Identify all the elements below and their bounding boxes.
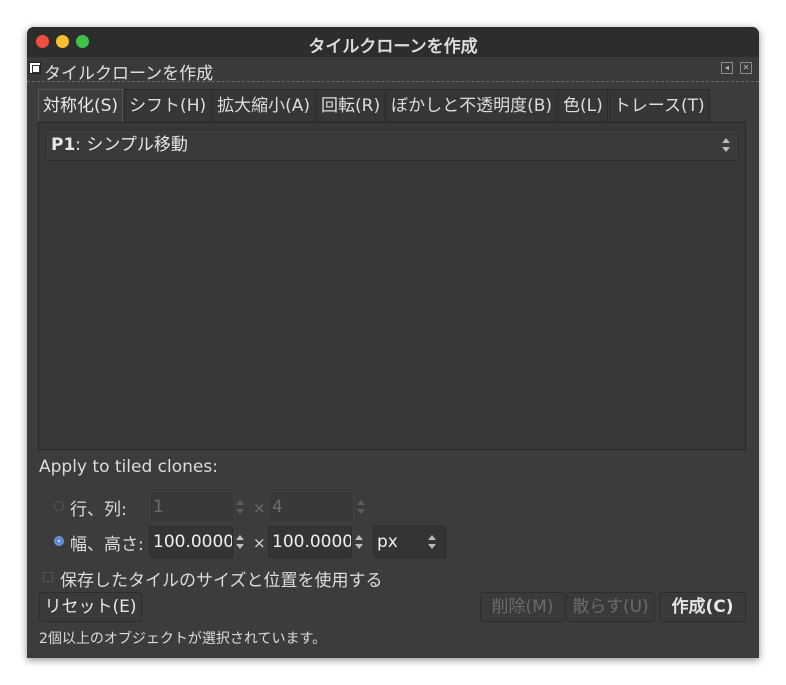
symmetry-panel: P1: シンプル移動 xyxy=(38,122,746,450)
unit-select-arrows-icon xyxy=(428,535,436,549)
height-input[interactable]: 100.0000 xyxy=(268,526,352,558)
keep-bbox-checkbox[interactable] xyxy=(43,572,53,582)
tab-trace[interactable]: トレース(T) xyxy=(608,89,710,123)
window-title: タイルクローンを作成 xyxy=(308,37,478,57)
tab-symmetry[interactable]: 対称化(S) xyxy=(38,89,124,123)
rows-input[interactable]: 1 xyxy=(149,491,235,523)
unit-select[interactable]: px xyxy=(373,526,446,558)
dock-header: タイルクローンを作成 ◂ ✕ xyxy=(27,57,759,84)
tab-rotation[interactable]: 回転(R) xyxy=(316,89,386,123)
tab-blur-opacity[interactable]: ぼかしと不透明度(B) xyxy=(386,89,558,123)
dock-title: タイルクローンを作成 xyxy=(44,64,214,84)
rows-spin-arrows-icon[interactable] xyxy=(233,491,247,523)
tab-bar: 対称化(S) シフト(H) 拡大縮小(A) 回転(R) ぼかしと不透明度(B) … xyxy=(38,89,711,123)
title-bar: タイルクローンを作成 xyxy=(27,27,759,57)
symmetry-type-select[interactable]: P1: シンプル移動 xyxy=(45,129,739,161)
dock-iconify-icon[interactable]: ◂ xyxy=(721,62,733,74)
dialog-icon xyxy=(29,62,41,74)
reset-button[interactable]: リセット(E) xyxy=(39,592,142,622)
height-spin-arrows-icon[interactable] xyxy=(352,526,366,558)
width-height-times: × xyxy=(253,534,266,552)
width-height-radio[interactable] xyxy=(54,536,64,546)
rows-cols-radio[interactable] xyxy=(54,501,64,511)
create-button[interactable]: 作成(C) xyxy=(659,592,746,622)
dock-close-icon[interactable]: ✕ xyxy=(740,62,752,74)
status-text: 2個以上のオブジェクトが選択されています。 xyxy=(39,631,327,647)
unclump-button[interactable]: 散らす(U) xyxy=(566,592,655,622)
symmetry-type-name: : シンプル移動 xyxy=(75,135,188,155)
tab-shift[interactable]: シフト(H) xyxy=(124,89,212,123)
width-height-label: 幅、高さ: xyxy=(70,535,144,555)
tab-color[interactable]: 色(L) xyxy=(558,89,608,123)
symmetry-type-code: P1 xyxy=(51,135,76,155)
cols-input[interactable]: 4 xyxy=(268,491,354,523)
rows-cols-times: × xyxy=(253,499,266,517)
width-spin-arrows-icon[interactable] xyxy=(233,526,247,558)
cols-spin-arrows-icon[interactable] xyxy=(354,491,368,523)
select-arrows-icon xyxy=(722,138,730,152)
remove-button[interactable]: 削除(M) xyxy=(480,592,565,622)
unit-value: px xyxy=(377,532,398,552)
keep-bbox-label: 保存したタイルのサイズと位置を使用する xyxy=(60,571,383,591)
apply-heading: Apply to tiled clones: xyxy=(39,457,218,477)
rows-cols-label: 行、列: xyxy=(70,500,127,520)
width-input[interactable]: 100.0000 xyxy=(149,526,233,558)
tab-scale[interactable]: 拡大縮小(A) xyxy=(212,89,316,123)
tile-clones-window: タイルクローンを作成 タイルクローンを作成 ◂ ✕ 対称化(S) シフト(H) … xyxy=(27,27,759,658)
